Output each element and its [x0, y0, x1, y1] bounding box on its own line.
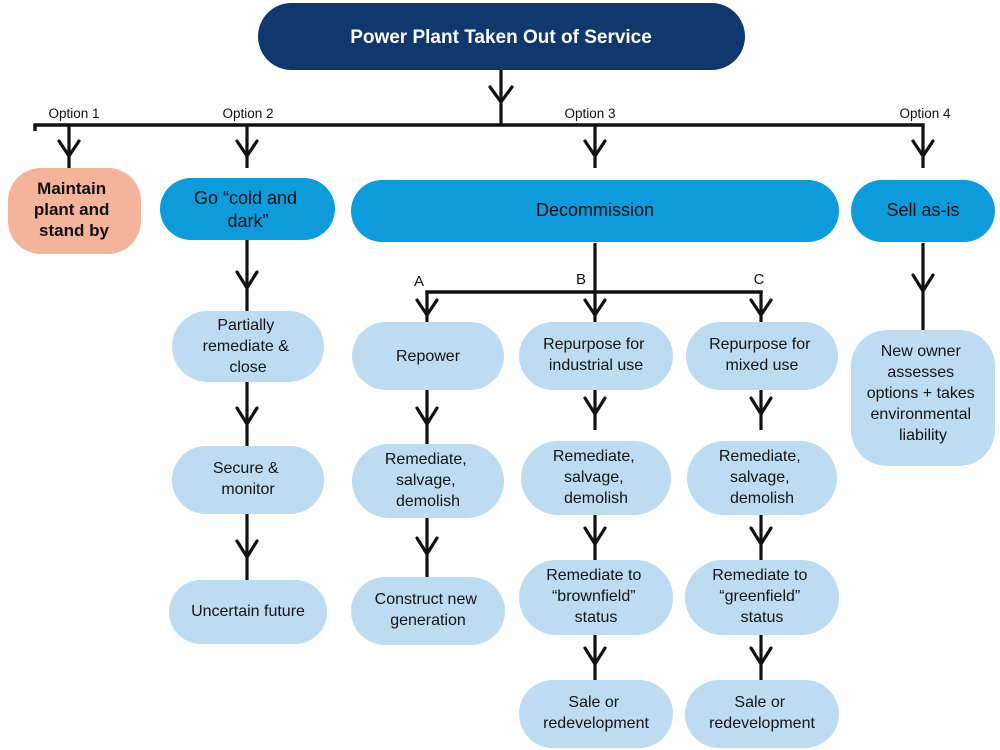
node-sub-b-step3-line-3: status — [575, 609, 618, 626]
node-option4-label: Sell as-is — [886, 200, 959, 220]
node-sub-c-step2-line-2: salvage, — [730, 469, 790, 486]
node-sub-b-step3[interactable]: Remediate to “brownfield” status — [519, 560, 673, 635]
node-sub-b-step1-line-1: Repurpose for — [543, 336, 645, 353]
node-sub-c-step1[interactable]: Repurpose for mixed use — [686, 322, 838, 390]
node-sub-b-step1[interactable]: Repurpose for industrial use — [519, 322, 673, 390]
branch-label-option2: Option 2 — [222, 106, 273, 121]
node-sub-a-step2-label: Remediate, salvage, demolish — [385, 451, 471, 510]
node-option1-label: Maintain plant and stand by — [34, 179, 114, 240]
node-sub-b-step4-shape — [519, 680, 673, 748]
node-sub-c-step2[interactable]: Remediate, salvage, demolish — [687, 441, 837, 515]
node-sub-c-step3[interactable]: Remediate to “greenfield” status — [685, 560, 839, 635]
node-option2-step2-line-1: Secure & — [213, 460, 279, 477]
node-sub-c-step2-line-3: demolish — [730, 490, 794, 507]
node-option4-step1-line-5: liability — [899, 427, 947, 444]
node-option2-step1-line-3: close — [229, 359, 266, 376]
node-sub-a-step3[interactable]: Construct new generation — [351, 577, 505, 645]
node-option2-line-2: dark” — [227, 211, 268, 231]
node-option1[interactable]: Maintain plant and stand by — [8, 168, 141, 254]
node-sub-c-step3-line-3: status — [741, 609, 784, 626]
node-sub-c-step4-line-2: redevelopment — [709, 715, 815, 732]
flowchart-svg: Option 1 Option 2 Option 3 Option 4 A B … — [8, 3, 995, 748]
node-sub-c-step1-shape — [686, 322, 838, 390]
branch-label-sub-b: B — [576, 271, 586, 288]
node-root-line-1: Power Plant Taken Out of Service — [350, 27, 652, 48]
node-option2-step2-shape — [172, 446, 324, 514]
node-sub-a-step3-line-2: generation — [390, 612, 466, 629]
node-option2-step1[interactable]: Partially remediate & close — [172, 311, 324, 382]
node-option2-step1-line-1: Partially — [217, 317, 274, 334]
node-root[interactable]: Power Plant Taken Out of Service — [258, 3, 745, 70]
node-sub-a-step2[interactable]: Remediate, salvage, demolish — [352, 444, 504, 518]
node-sub-b-step2-line-1: Remediate, — [553, 448, 635, 465]
node-option2-step2-line-2: monitor — [221, 481, 275, 498]
node-sub-b-step4-line-2: redevelopment — [543, 715, 649, 732]
node-sub-c-step1-line-1: Repurpose for — [709, 336, 811, 353]
node-option2-step1-line-2: remediate & — [203, 338, 290, 355]
node-sub-b-step2-line-2: salvage, — [564, 469, 624, 486]
branch-label-option4: Option 4 — [899, 106, 951, 121]
node-root-label: Power Plant Taken Out of Service — [350, 27, 652, 48]
node-sub-b-step1-shape — [519, 322, 673, 390]
node-option4[interactable]: Sell as-is — [851, 180, 995, 242]
node-sub-c-step4-shape — [685, 680, 839, 748]
node-option4-step1-line-4: environmental — [871, 406, 972, 423]
node-sub-c-step1-line-2: mixed use — [726, 357, 799, 374]
node-option2-step3[interactable]: Uncertain future — [169, 580, 327, 644]
node-sub-a-step2-line-2: salvage, — [396, 472, 456, 489]
node-sub-a-step3-line-1: Construct new — [375, 591, 478, 608]
node-sub-c-step4[interactable]: Sale or redevelopment — [685, 680, 839, 748]
node-sub-a-step1-label: Repower — [396, 348, 461, 365]
node-option2-step3-line-1: Uncertain future — [191, 603, 305, 620]
node-option2-line-1: Go “cold and — [194, 188, 297, 208]
node-option3[interactable]: Decommission — [351, 180, 839, 242]
node-option4-line-1: Sell as-is — [886, 200, 959, 220]
node-option4-step1[interactable]: New owner assesses options + takes envir… — [851, 330, 995, 466]
node-sub-b-step2[interactable]: Remediate, salvage, demolish — [521, 441, 671, 515]
node-sub-a-step1-line-1: Repower — [396, 348, 461, 365]
node-sub-c-step2-label: Remediate, salvage, demolish — [719, 448, 805, 507]
node-option4-step1-line-3: options + takes — [867, 385, 975, 402]
node-option2-step2[interactable]: Secure & monitor — [172, 446, 324, 514]
node-sub-b-step1-line-2: industrial use — [549, 357, 643, 374]
node-option1-line-3: stand by — [39, 221, 109, 240]
node-sub-c-step3-line-2: “greenfield” — [719, 588, 800, 605]
node-option3-line-1: Decommission — [536, 200, 654, 220]
node-option4-step1-line-2: assesses — [887, 364, 954, 381]
branch-label-sub-a: A — [414, 273, 424, 290]
node-option3-label: Decommission — [536, 200, 654, 220]
node-sub-b-step3-line-1: Remediate to — [546, 567, 641, 584]
node-option2-step3-label: Uncertain future — [191, 603, 305, 620]
node-sub-b-step4-line-1: Sale or — [568, 694, 619, 711]
node-sub-a-step3-shape — [351, 577, 505, 645]
node-option1-line-2: plant and — [34, 200, 110, 219]
node-sub-c-step2-line-1: Remediate, — [719, 448, 801, 465]
node-sub-b-step2-line-3: demolish — [564, 490, 628, 507]
branch-label-option1: Option 1 — [48, 106, 99, 121]
flowchart-canvas: Option 1 Option 2 Option 3 Option 4 A B … — [0, 0, 1000, 750]
node-sub-b-step3-line-2: “brownfield” — [552, 588, 636, 605]
node-sub-a-step2-line-3: demolish — [396, 493, 460, 510]
node-sub-b-step4[interactable]: Sale or redevelopment — [519, 680, 673, 748]
node-sub-b-step2-label: Remediate, salvage, demolish — [553, 448, 639, 507]
branch-label-option3: Option 3 — [564, 106, 615, 121]
node-sub-a-step2-line-1: Remediate, — [385, 451, 467, 468]
node-sub-a-step1[interactable]: Repower — [352, 322, 504, 390]
node-option1-line-1: Maintain — [37, 179, 106, 198]
branch-label-sub-c: C — [754, 271, 765, 288]
node-sub-c-step3-line-1: Remediate to — [712, 567, 807, 584]
node-sub-c-step4-line-1: Sale or — [734, 694, 785, 711]
node-option2[interactable]: Go “cold and dark” — [160, 178, 335, 240]
node-option4-step1-line-1: New owner — [881, 343, 962, 360]
